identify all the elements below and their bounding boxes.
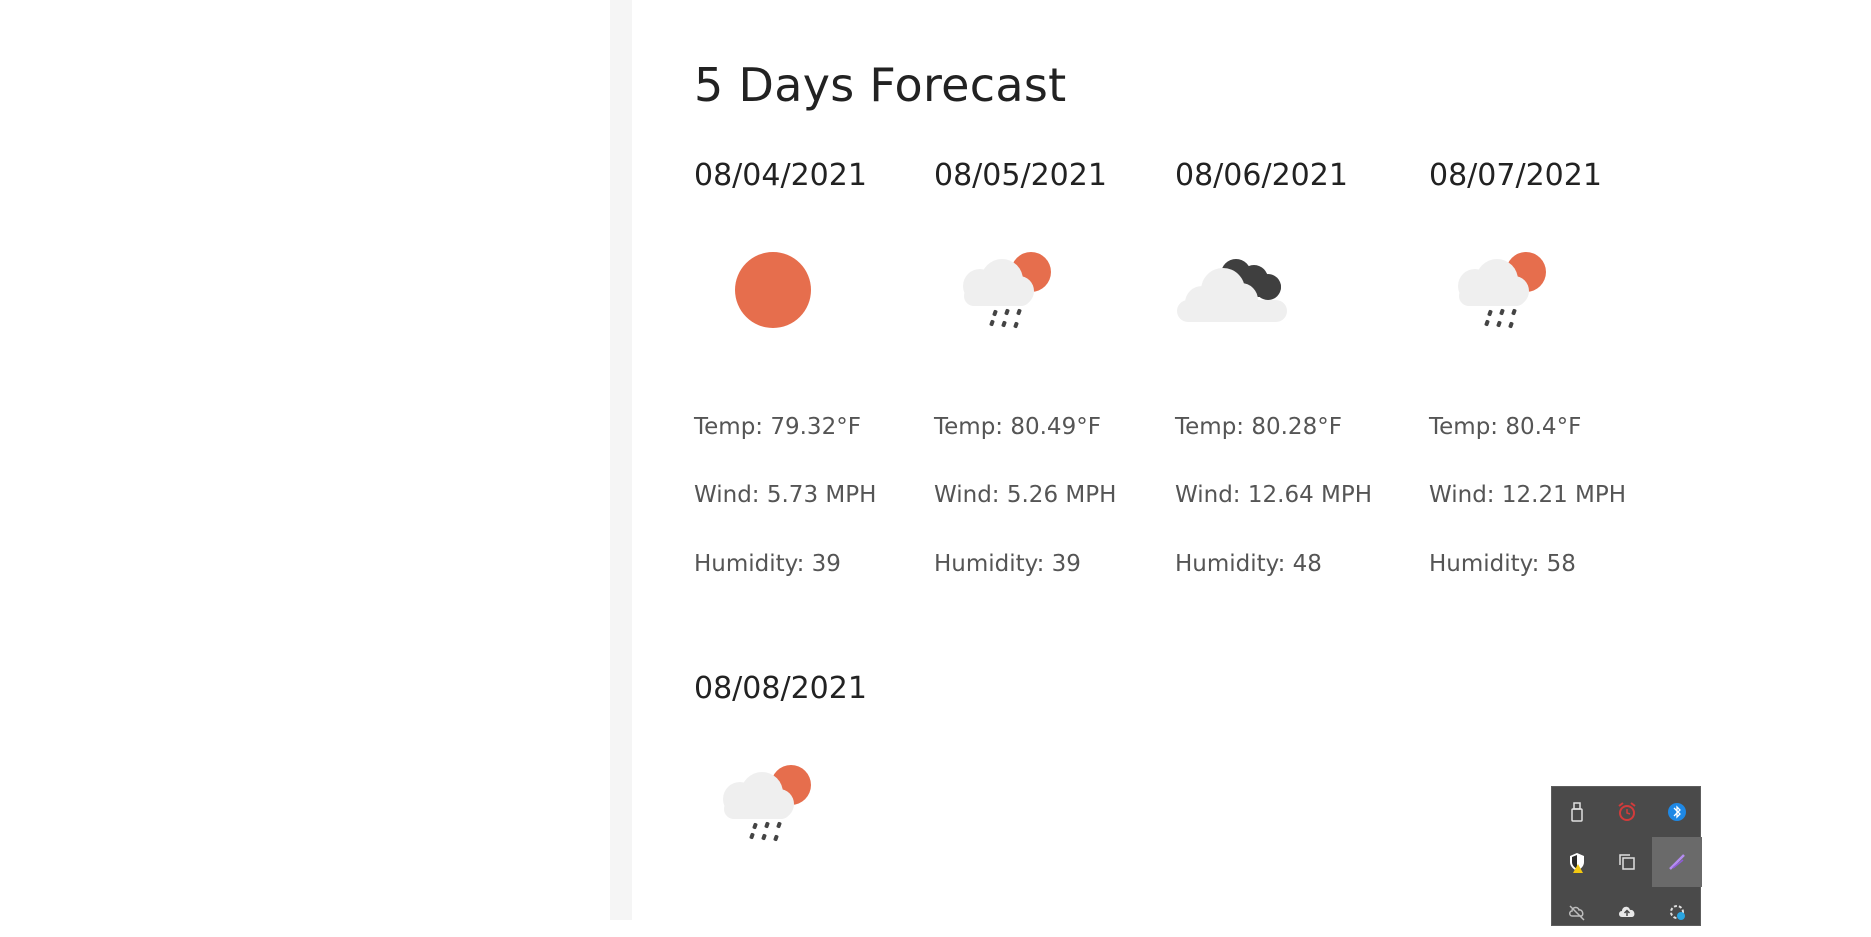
- forecast-day-card: 08/08/2021: [694, 669, 944, 919]
- alarm-icon[interactable]: [1602, 787, 1652, 837]
- sun-icon: [694, 244, 854, 356]
- forecast-day-card: 08/07/2021 Temp: 80.4°F Wind: 12.21 MPH …: [1429, 156, 1679, 577]
- forecast-humidity: Humidity: 48: [1175, 551, 1322, 577]
- settings-sync-icon[interactable]: [1652, 887, 1702, 937]
- forecast-temp: Temp: 80.49°F: [934, 414, 1101, 440]
- forecast-temp: Temp: 79.32°F: [694, 414, 861, 440]
- dark-cloud-icon: [1175, 244, 1335, 356]
- sun-rain-cloud-icon: [694, 757, 854, 869]
- page-divider: [610, 0, 632, 920]
- forecast-date: 08/08/2021: [694, 671, 867, 706]
- forecast-humidity: Humidity: 58: [1429, 551, 1576, 577]
- usb-drive-icon[interactable]: [1552, 787, 1602, 837]
- forecast-wind: Wind: 12.21 MPH: [1429, 482, 1627, 508]
- cloud-offline-icon[interactable]: [1552, 887, 1602, 937]
- left-blank-area: [0, 0, 610, 920]
- forecast-date: 08/04/2021: [694, 158, 867, 193]
- forecast-day-card: 08/04/2021 Temp: 79.32°F Wind: 5.73 MPH …: [694, 156, 944, 577]
- forecast-temp: Temp: 80.28°F: [1175, 414, 1342, 440]
- system-tray-popup: [1551, 786, 1702, 926]
- forecast-date: 08/07/2021: [1429, 158, 1602, 193]
- pen-icon[interactable]: [1652, 837, 1702, 887]
- bluetooth-icon[interactable]: [1652, 787, 1702, 837]
- sun-rain-cloud-icon: [1429, 244, 1589, 356]
- forecast-date: 08/05/2021: [934, 158, 1107, 193]
- forecast-day-card: 08/05/2021 Temp: 80.49°F Wind: 5.26 MPH …: [934, 156, 1184, 577]
- cloud-upload-icon[interactable]: [1602, 887, 1652, 937]
- forecast-wind: Wind: 5.73 MPH: [694, 482, 877, 508]
- forecast-date: 08/06/2021: [1175, 158, 1348, 193]
- forecast-wind: Wind: 12.64 MPH: [1175, 482, 1373, 508]
- forecast-humidity: Humidity: 39: [934, 551, 1081, 577]
- forecast-title: 5 Days Forecast: [694, 58, 1067, 112]
- forecast-humidity: Humidity: 39: [694, 551, 841, 577]
- security-shield-icon[interactable]: [1552, 837, 1602, 887]
- forecast-day-card: 08/06/2021 Temp: 80.28°F Wind: 12.64 MPH…: [1175, 156, 1425, 577]
- forecast-temp: Temp: 80.4°F: [1429, 414, 1582, 440]
- forecast-wind: Wind: 5.26 MPH: [934, 482, 1117, 508]
- copy-window-icon[interactable]: [1602, 837, 1652, 887]
- sun-rain-cloud-icon: [934, 244, 1094, 356]
